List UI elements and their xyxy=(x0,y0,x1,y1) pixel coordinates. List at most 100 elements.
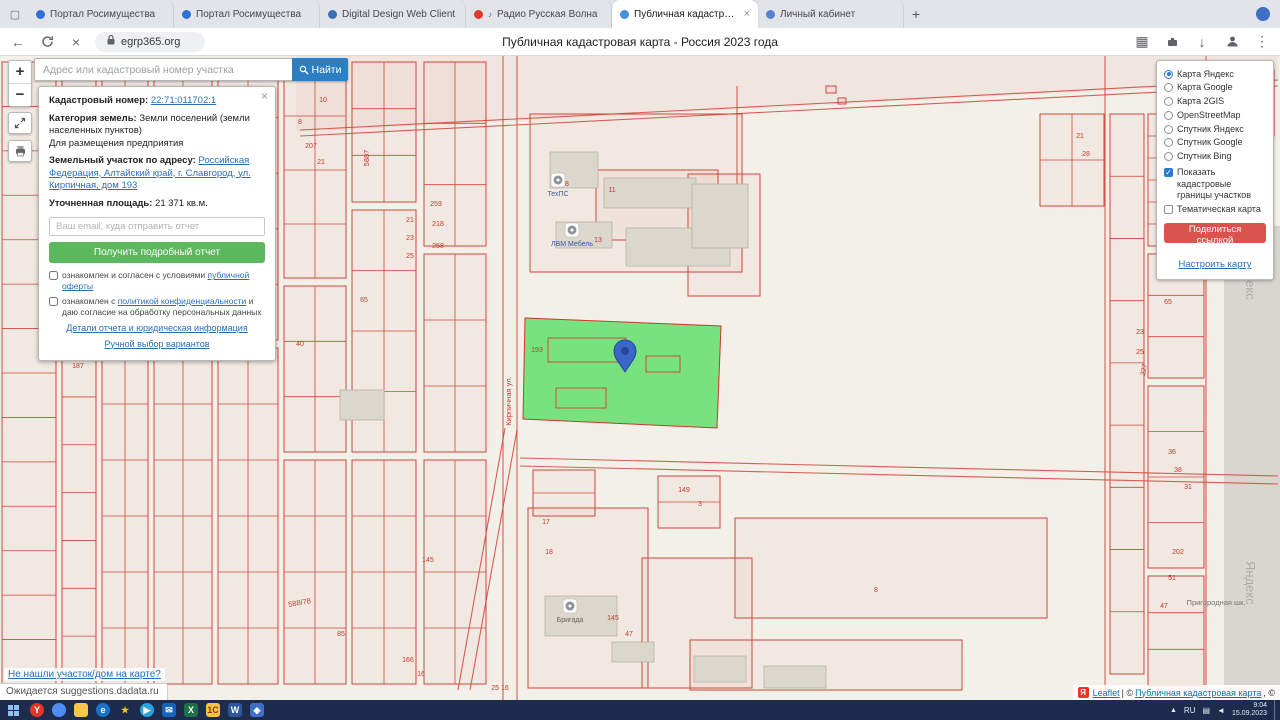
start-button[interactable] xyxy=(0,700,26,720)
address-label: Земельный участок по адресу: xyxy=(49,155,196,166)
tray-date: 15.09.2023 xyxy=(1232,710,1267,718)
window-icon[interactable]: ▢ xyxy=(6,4,24,24)
tab-audio-icon[interactable]: ♪ xyxy=(488,10,492,19)
excel-icon-glyph: X xyxy=(184,703,198,717)
layer-option-7[interactable]: Спутник Bing xyxy=(1164,151,1266,162)
onec-icon[interactable]: 1C xyxy=(202,700,224,720)
mail-icon[interactable]: ✉ xyxy=(158,700,180,720)
tab-3[interactable]: Digital Design Web Client xyxy=(320,0,466,28)
tab-close-icon[interactable]: × xyxy=(744,8,750,20)
radio-icon xyxy=(1164,152,1173,161)
layer-option-2[interactable]: Карта Google xyxy=(1164,82,1266,93)
cadastral-parcel[interactable] xyxy=(838,98,846,104)
yandex-logo[interactable]: Я xyxy=(1078,687,1089,698)
layer-option-4[interactable]: OpenStreetMap xyxy=(1164,110,1266,121)
back-button[interactable]: ← xyxy=(8,32,28,52)
radio-icon xyxy=(1164,125,1173,134)
not-found-help-link[interactable]: Не нашли участок/дом на карте? xyxy=(8,669,161,680)
search-input[interactable] xyxy=(34,58,292,81)
cadastral-parcel[interactable] xyxy=(1148,576,1204,686)
tab-5[interactable]: Публичная кадастровая× xyxy=(612,0,758,28)
parcel-number: 17 xyxy=(542,519,550,526)
favorites-icon[interactable]: ★ xyxy=(114,700,136,720)
tray-clock[interactable]: 9:04 15.09.2023 xyxy=(1232,702,1267,719)
profile-icon[interactable] xyxy=(1222,32,1242,52)
file-explorer-icon[interactable] xyxy=(70,700,92,720)
tab-strip: Портал РосимуществаПортал РосимуществаDi… xyxy=(28,0,904,28)
selected-parcel[interactable] xyxy=(523,318,721,428)
chrome-icon[interactable] xyxy=(48,700,70,720)
windows-logo-icon xyxy=(8,705,19,716)
tray-chevron-icon[interactable]: ▲ xyxy=(1170,707,1177,714)
layer-option-1[interactable]: Карта Яндекс xyxy=(1164,69,1266,80)
yandex-browser-icon-glyph: Y xyxy=(30,703,44,717)
layer-option-5[interactable]: Спутник Яндекс xyxy=(1164,124,1266,135)
menu-kebab-icon[interactable]: ⋮ xyxy=(1252,32,1272,52)
tab-1[interactable]: Портал Росимущества xyxy=(28,0,174,28)
close-icon[interactable]: × xyxy=(261,89,268,105)
address-bar[interactable]: egrp365.org xyxy=(95,32,205,52)
parcel-number: 187 xyxy=(72,363,84,370)
cadastral-number-link[interactable]: 22:71:011702:1 xyxy=(151,95,216,106)
radio-icon xyxy=(1164,111,1173,120)
cadastral-parcel[interactable] xyxy=(826,86,836,93)
tab-2[interactable]: Портал Росимущества xyxy=(174,0,320,28)
tab-4[interactable]: ♪Радио Русская Волна xyxy=(466,0,612,28)
overlay-label: Тематическая карта xyxy=(1177,204,1261,215)
report-details-link[interactable]: Детали отчета и юридическая информация xyxy=(66,323,247,333)
overlay-option-1[interactable]: ✓Показать кадастровые границы участков xyxy=(1164,167,1266,201)
apps-grid-icon[interactable]: ▦ xyxy=(1132,32,1152,52)
checkbox-icon xyxy=(1164,205,1173,214)
offer-consent-checkbox[interactable] xyxy=(49,271,58,280)
share-button[interactable]: Поделиться ссылкой xyxy=(1164,223,1266,243)
poi-label: ТехПС xyxy=(547,191,568,198)
tab-bar: ▢ Портал Росимущества Портал Росимущества… xyxy=(0,0,1280,28)
building xyxy=(612,642,654,662)
layer-label: Спутник Яндекс xyxy=(1177,124,1244,135)
manual-select-link[interactable]: Ручной выбор вариантов xyxy=(104,339,209,349)
downloads-icon[interactable]: ↓ xyxy=(1192,32,1212,52)
edge-icon[interactable]: e xyxy=(92,700,114,720)
get-report-button[interactable]: Получить подробный отчет xyxy=(49,242,265,263)
fullscreen-button[interactable] xyxy=(8,112,32,134)
search-button[interactable]: Найти xyxy=(292,58,348,81)
telegram-icon[interactable]: ▶ xyxy=(136,700,158,720)
cadastral-parcel[interactable] xyxy=(735,518,1047,618)
tab-favicon-icon xyxy=(36,10,45,19)
excel-icon[interactable]: X xyxy=(180,700,202,720)
tab-label: Портал Росимущества xyxy=(50,9,165,20)
new-tab-button[interactable]: + xyxy=(904,2,928,26)
print-button[interactable] xyxy=(8,140,32,162)
pkk-link[interactable]: Публичная кадастровая карта xyxy=(1135,688,1261,698)
zoom-in-button[interactable]: + xyxy=(9,61,31,83)
configure-map-link[interactable]: Настроить карту xyxy=(1179,259,1252,270)
overlay-option-2[interactable]: Тематическая карта xyxy=(1164,204,1266,215)
zoom-out-button[interactable]: − xyxy=(9,84,31,106)
tray-network-icon[interactable]: ▤ xyxy=(1202,706,1210,715)
layer-option-3[interactable]: Карта 2GIS xyxy=(1164,96,1266,107)
app-icon[interactable]: ◆ xyxy=(246,700,268,720)
extensions-icon[interactable] xyxy=(1162,32,1182,52)
email-field[interactable] xyxy=(49,217,265,236)
tray-lang-indicator[interactable]: RU xyxy=(1184,706,1196,715)
privacy-policy-link[interactable]: политикой конфиденциальности xyxy=(118,296,247,306)
layer-label: Карта 2GIS xyxy=(1177,96,1224,107)
offer-consent-row[interactable]: ознакомлен и согласен с условиями публич… xyxy=(49,270,265,292)
tab-6[interactable]: Личный кабинет xyxy=(758,0,904,28)
privacy-consent-checkbox[interactable] xyxy=(49,297,58,306)
tray-volume-icon[interactable]: ◄ xyxy=(1217,706,1225,715)
stop-button[interactable]: × xyxy=(66,32,86,52)
reload-button[interactable] xyxy=(37,32,57,52)
map-area[interactable]: 1931082072125921232521825846186187150190… xyxy=(0,56,1280,700)
map-pin-hole xyxy=(621,347,629,355)
yandex-browser-icon[interactable]: Y xyxy=(26,700,48,720)
profile-avatar[interactable] xyxy=(1256,7,1270,21)
radio-icon xyxy=(1164,138,1173,147)
show-desktop-button[interactable] xyxy=(1274,700,1278,720)
layer-option-6[interactable]: Спутник Google xyxy=(1164,137,1266,148)
toolbar-actions: ▦ ↓ ⋮ xyxy=(1132,32,1272,52)
privacy-consent-row[interactable]: ознакомлен с политикой конфиденциальност… xyxy=(49,296,265,318)
word-icon[interactable]: W xyxy=(224,700,246,720)
leaflet-link[interactable]: Leaflet xyxy=(1093,688,1120,698)
cadastral-parcel[interactable] xyxy=(1110,114,1144,674)
